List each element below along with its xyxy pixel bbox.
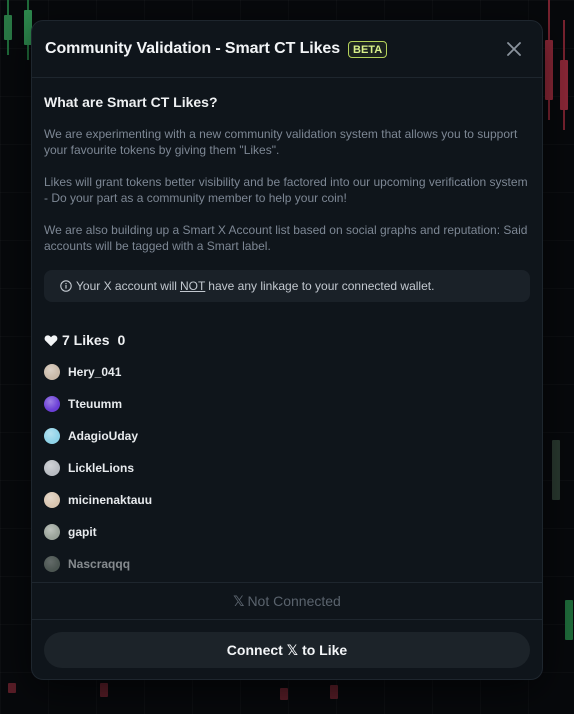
avatar xyxy=(44,556,60,572)
background-candle xyxy=(330,685,338,699)
close-button[interactable] xyxy=(500,35,528,63)
connection-status-text: Not Connected xyxy=(247,593,341,609)
likes-count: 7 Likes xyxy=(62,332,110,348)
user-name: LickleLions xyxy=(68,461,135,475)
user-name: AdagioUday xyxy=(68,429,139,443)
user-name: Hery_041 xyxy=(68,365,122,379)
avatar xyxy=(44,396,60,412)
list-item[interactable]: AdagioUday xyxy=(44,428,530,444)
connection-status: 𝕏 Not Connected xyxy=(32,582,542,620)
modal-header: Community Validation - Smart CT Likes BE… xyxy=(32,21,542,78)
background-candle xyxy=(560,60,568,110)
list-item[interactable]: Nascraqqq xyxy=(44,556,530,572)
modal-title: Community Validation - Smart CT Likes xyxy=(45,40,341,57)
user-name: Nascraqqq xyxy=(68,557,131,571)
user-name: micinenaktauu xyxy=(68,493,153,507)
beta-badge: BETA xyxy=(348,40,388,58)
background-candle xyxy=(280,688,288,700)
community-validation-modal: Community Validation - Smart CT Likes BE… xyxy=(31,20,543,680)
section-heading: What are Smart CT Likes? xyxy=(44,94,218,110)
notice-emphasis: NOT xyxy=(179,279,206,293)
avatar xyxy=(44,428,60,444)
x-logo-icon: 𝕏 xyxy=(286,641,299,658)
user-name: gapit xyxy=(68,525,97,539)
avatar xyxy=(44,524,60,540)
avatar xyxy=(44,460,60,476)
intro-paragraph: We are experimenting with a new communit… xyxy=(44,127,518,157)
likes-secondary-count: 0 xyxy=(117,332,126,348)
privacy-notice: Your X account will NOT have any linkage… xyxy=(44,270,530,302)
list-item[interactable]: micinenaktauu xyxy=(44,492,530,508)
info-icon xyxy=(60,280,72,292)
background-candle xyxy=(8,683,16,693)
avatar xyxy=(44,364,60,380)
background-candle xyxy=(4,15,12,40)
liked-users-list: Hery_041 Tteuumm AdagioUday LickleLions … xyxy=(44,364,530,572)
connect-label-end: to Like xyxy=(302,642,348,658)
background-candle xyxy=(565,600,573,640)
modal-body: What are Smart CT Likes? We are experime… xyxy=(32,78,542,572)
close-icon xyxy=(507,42,521,56)
x-logo-icon: 𝕏 xyxy=(233,592,245,609)
visibility-paragraph: Likes will grant tokens better visibilit… xyxy=(44,175,528,205)
notice-text-end: have any linkage to your connected walle… xyxy=(208,279,435,293)
list-item[interactable]: gapit xyxy=(44,524,530,540)
background-candle xyxy=(545,40,553,100)
smart-account-paragraph: We are also building up a Smart X Accoun… xyxy=(44,223,528,253)
list-item[interactable]: Tteuumm xyxy=(44,396,530,412)
user-name: Tteuumm xyxy=(68,397,122,411)
background-candle xyxy=(100,683,108,697)
connect-label-start: Connect xyxy=(226,642,283,658)
likes-summary: 7 Likes 0 xyxy=(44,331,530,349)
heart-icon[interactable] xyxy=(44,334,58,347)
notice-text-start: Your X account will xyxy=(76,279,177,293)
background-candle xyxy=(552,440,560,500)
list-item[interactable]: Hery_041 xyxy=(44,364,530,380)
connect-x-button[interactable]: Connect 𝕏 to Like xyxy=(44,632,530,668)
list-item[interactable]: LickleLions xyxy=(44,460,530,476)
avatar xyxy=(44,492,60,508)
